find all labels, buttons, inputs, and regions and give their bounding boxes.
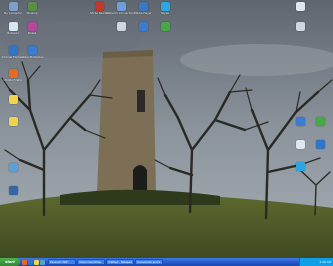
- notepad-icon: [8, 22, 18, 31]
- desktop-icon-label: Winamp: [26, 11, 38, 15]
- desktop-icon-folder[interactable]: [0, 95, 26, 104]
- winamp-icon: [27, 2, 37, 11]
- quick-launch-icon[interactable]: [40, 259, 45, 265]
- quick-launch-icon[interactable]: [22, 259, 27, 265]
- desktop-icon-right-4[interactable]: [307, 117, 333, 126]
- desktop-icon-winamp[interactable]: Winamp: [19, 2, 45, 15]
- start-button[interactable]: start: [0, 258, 20, 266]
- network-icon: [116, 2, 126, 11]
- desktop-icon-app-a[interactable]: [0, 163, 26, 172]
- quick-launch-icon[interactable]: [28, 259, 33, 265]
- quick-launch-icon[interactable]: [34, 259, 39, 265]
- start-button-label: start: [5, 260, 15, 264]
- app-icon: [295, 162, 305, 171]
- quick-launch: [22, 259, 45, 265]
- app-icon: [116, 22, 126, 31]
- desktop-icon-4[interactable]: [152, 22, 178, 31]
- adobe-reader-icon: [94, 2, 104, 11]
- desktop-icon-label: Adobe Reader: [89, 11, 109, 15]
- app-icon: [295, 117, 305, 126]
- photoshop-icon: [27, 46, 37, 55]
- desktop-icon-folder-2[interactable]: [0, 117, 26, 126]
- taskbar-button[interactable]: Panoram 360°: [48, 259, 76, 265]
- taskbar: start Panoram 360° Yahoo! GeoCities Unti…: [0, 258, 333, 266]
- desktop-icon-label: Mozilla Firefox: [3, 78, 23, 82]
- firefox-icon: [8, 69, 18, 78]
- desktop-icon-right-6[interactable]: [307, 140, 333, 149]
- app-icon: [295, 22, 305, 31]
- desktop-icon-skype[interactable]: Skype: [152, 2, 178, 15]
- desktop-icon-right-2[interactable]: [287, 22, 313, 31]
- app-icon: [8, 186, 18, 195]
- clock[interactable]: 2:26 AM: [320, 260, 332, 264]
- desktop-icon-label: Notepad: [7, 31, 19, 35]
- desktop-icon-label: Picasa: [27, 31, 37, 35]
- taskbar-button[interactable]: Yahoo! GeoCities: [77, 259, 105, 265]
- wallpaper: [0, 0, 333, 258]
- internet-explorer-icon: [8, 46, 18, 55]
- app-icon: [160, 22, 170, 31]
- picasa-icon: [27, 22, 37, 31]
- folder-icon: [8, 95, 18, 104]
- app-icon: [295, 140, 305, 149]
- app-icon: [138, 22, 148, 31]
- app-icon: [295, 2, 305, 11]
- my-computer-icon: [8, 2, 18, 11]
- app-icon: [315, 117, 325, 126]
- desktop: My Computer Notepad Internet Explorer Mo…: [0, 0, 333, 258]
- desktop-icon-right-1[interactable]: [287, 2, 313, 11]
- desktop-icon-mozilla-firefox[interactable]: Mozilla Firefox: [0, 69, 26, 82]
- system-tray: 2:26 AM: [299, 258, 333, 266]
- desktop-icon-app-b[interactable]: [0, 186, 26, 195]
- taskbar-button[interactable]: Documents and S...: [135, 259, 163, 265]
- desktop-icon-label: Skype: [160, 11, 170, 15]
- task-list: Panoram 360° Yahoo! GeoCities Untitled -…: [48, 259, 163, 265]
- desktop-icon-adobe-photoshop[interactable]: Adobe Photoshop: [19, 46, 45, 59]
- desktop-icon-picasa[interactable]: Picasa: [19, 22, 45, 35]
- desktop-icon-label: Adobe Photoshop: [20, 55, 44, 59]
- app-icon: [315, 140, 325, 149]
- desktop-icon-label: Media Player: [134, 11, 152, 15]
- skype-icon: [160, 2, 170, 11]
- folder-icon: [8, 117, 18, 126]
- app-icon: [8, 163, 18, 172]
- media-player-icon: [138, 2, 148, 11]
- desktop-icon-right-7[interactable]: [287, 162, 313, 171]
- taskbar-button[interactable]: Untitled - Notepad: [106, 259, 134, 265]
